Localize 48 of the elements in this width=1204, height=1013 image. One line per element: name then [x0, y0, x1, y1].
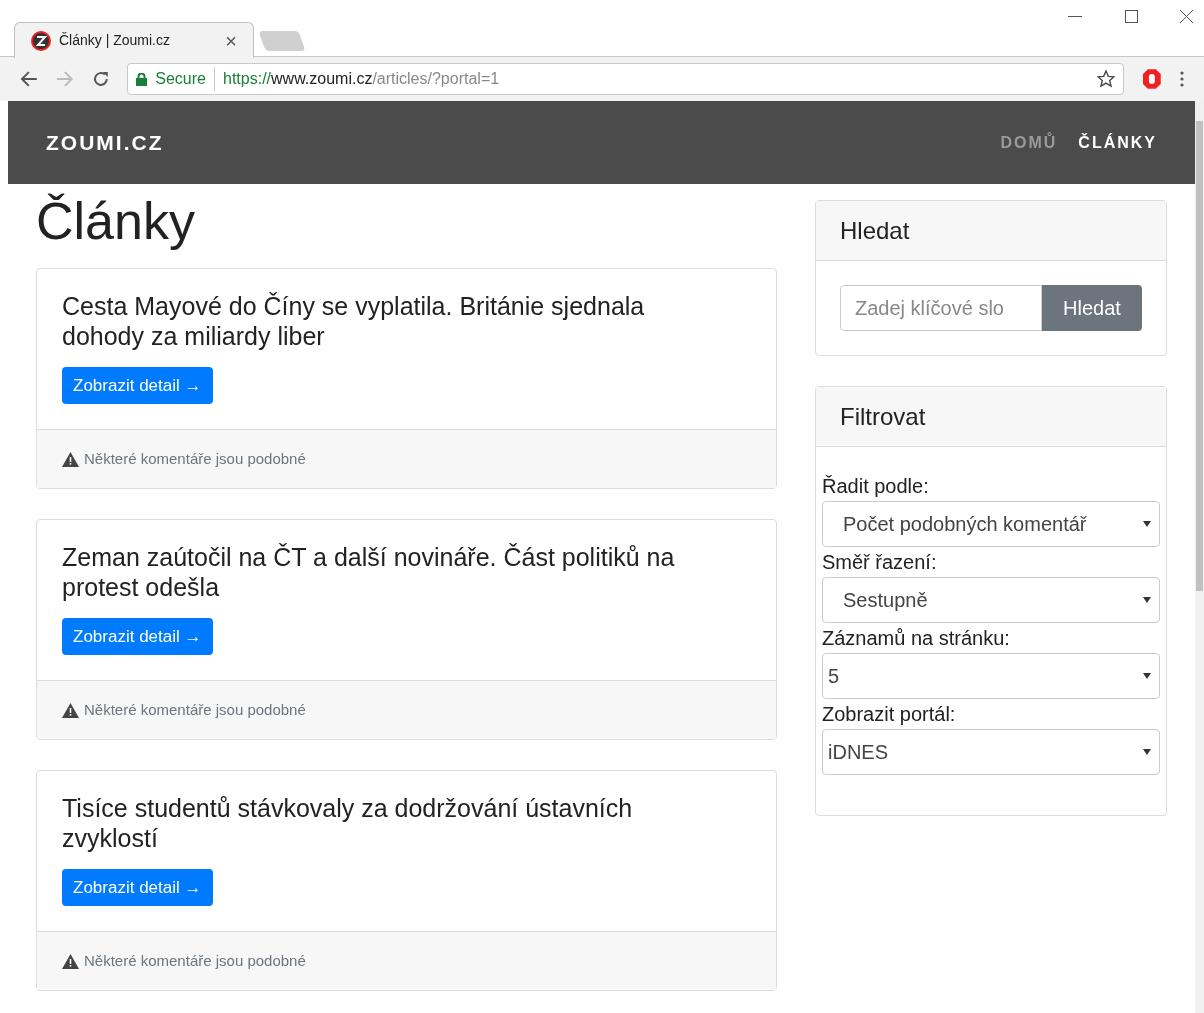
search-field[interactable]: Zadej klíčové slo	[840, 285, 1042, 331]
dropdown[interactable]: Počet podobných komentář	[822, 501, 1160, 547]
field-label: Směř řazení:	[822, 550, 938, 575]
url-text: https://www.zoumi.cz/articles/?portal=1	[223, 69, 501, 89]
card-title: Hledat	[840, 215, 910, 246]
warning-text: Některé komentáře jsou podobné	[84, 448, 306, 469]
reload-icon[interactable]	[91, 70, 110, 88]
menu-icon[interactable]	[1180, 71, 1184, 87]
warning-icon	[62, 702, 79, 718]
field-label: Zobrazit portál:	[822, 702, 957, 727]
caret-icon	[1143, 749, 1151, 755]
caret-icon	[1143, 673, 1151, 679]
warning-icon	[62, 451, 79, 467]
field-label: Záznamů na stránku:	[822, 626, 1011, 651]
article-title: Cesta Mayové do Číny se vyplatila. Británie sjednala dohody za miliardy liber	[62, 291, 646, 351]
lock-icon	[136, 72, 148, 86]
detail-button[interactable]: Zobrazit detail →	[62, 367, 213, 404]
warning-text: Některé komentáře jsou podobné	[84, 699, 306, 720]
address-bar[interactable]: Secure https://www.zoumi.cz/articles/?portal=1	[127, 63, 1125, 95]
article-title: Zeman zaútočil na ČT a další novináře. Část politiků na protest odešla	[62, 542, 676, 602]
caret-icon	[1143, 597, 1151, 603]
page-heading: Články	[36, 192, 196, 250]
secure-label: Secure	[155, 67, 215, 91]
tab-title: Články | Zoumi.cz	[59, 31, 171, 50]
caret-icon	[1143, 521, 1151, 527]
site-logo-icon	[31, 30, 51, 51]
close-icon[interactable]	[1180, 10, 1193, 23]
dropdown[interactable]: Sestupně	[822, 577, 1160, 623]
nav-link[interactable]: ČLÁNKY	[1078, 130, 1157, 155]
dropdown[interactable]: 5	[822, 653, 1160, 699]
field-label: Řadit podle:	[822, 474, 930, 499]
close-tab-button[interactable]: ×	[225, 25, 237, 56]
search-button[interactable]: Hledat	[1042, 285, 1142, 331]
back-icon[interactable]	[20, 70, 38, 88]
card-title: Filtrovat	[840, 401, 926, 432]
warning-text: Některé komentáře jsou podobné	[84, 950, 306, 971]
browser-tab[interactable]: Články | Zoumi.cz ×	[14, 22, 254, 58]
detail-button[interactable]: Zobrazit detail →	[62, 618, 213, 655]
dropdown[interactable]: iDNES	[822, 729, 1160, 775]
maximize-icon[interactable]	[1125, 10, 1138, 23]
detail-button[interactable]: Zobrazit detail →	[62, 869, 213, 906]
scrollbar[interactable]	[1195, 101, 1204, 1013]
extension-icon[interactable]	[1142, 68, 1163, 90]
article-title: Tisíce studentů stávkovaly za dodržování ústavních zvyklostí	[62, 793, 634, 853]
star-icon[interactable]	[1097, 70, 1116, 88]
warning-icon	[62, 953, 79, 969]
minimize-icon[interactable]	[1068, 16, 1082, 18]
brand-logo[interactable]: ZOUMI.CZ	[46, 126, 980, 159]
